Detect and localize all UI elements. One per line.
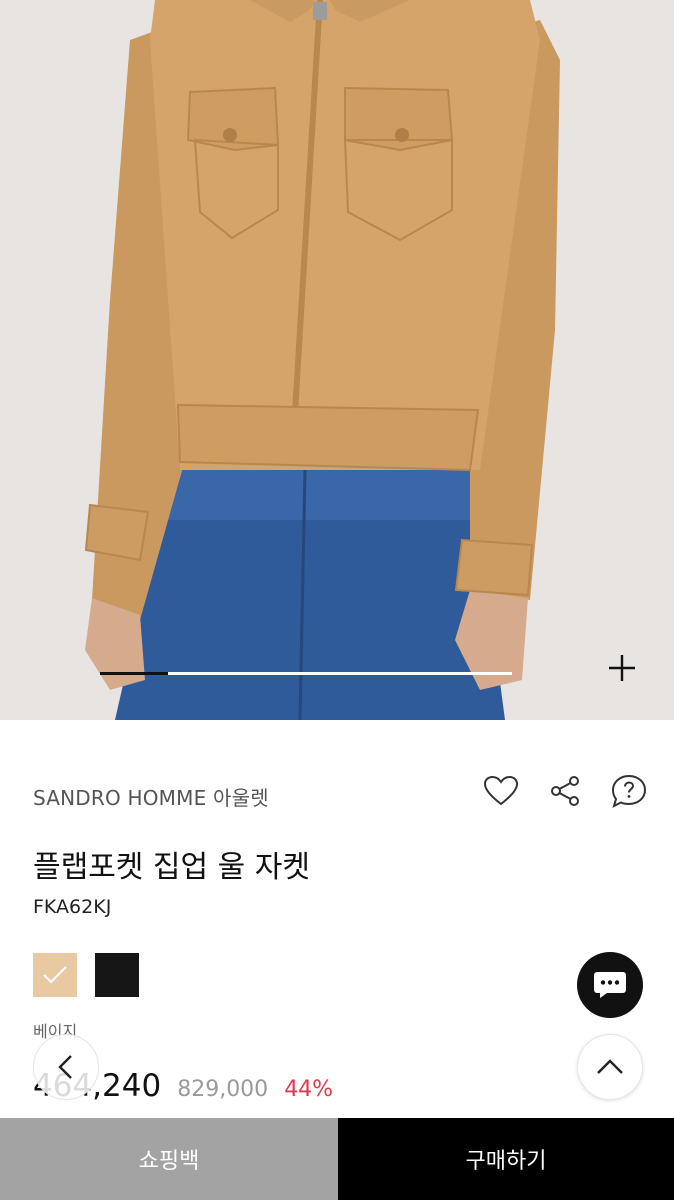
back-button[interactable]	[33, 1034, 99, 1100]
share-button[interactable]	[546, 772, 584, 810]
product-detail-page: SANDRO HOMME 아울렛 플랩포켓 집업 울 자켓 FKA62KJ 베이…	[0, 0, 674, 1200]
zoom-button[interactable]	[606, 652, 654, 700]
original-price: 829,000	[177, 1077, 269, 1102]
chevron-up-icon	[597, 1059, 623, 1074]
product-title: 플랩포켓 집업 울 자켓	[33, 850, 311, 885]
brand-name[interactable]: SANDRO HOMME 아울렛	[33, 782, 269, 811]
buy-button[interactable]: 구매하기	[338, 1118, 674, 1200]
gallery-progress-track	[100, 672, 512, 675]
check-icon	[43, 966, 67, 984]
product-code: FKA62KJ	[33, 896, 112, 918]
chat-icon	[594, 972, 626, 998]
share-icon	[551, 776, 579, 806]
product-photo	[0, 0, 674, 720]
scroll-top-button[interactable]	[577, 1034, 643, 1100]
discount-rate: 44%	[284, 1077, 334, 1102]
wishlist-button[interactable]	[482, 772, 520, 810]
chevron-left-icon	[58, 1055, 72, 1079]
heart-icon	[484, 776, 518, 806]
gallery-progress-fill	[100, 672, 168, 675]
inquiry-button[interactable]	[610, 772, 648, 810]
question-bubble-icon	[611, 774, 647, 808]
product-image-gallery[interactable]	[0, 0, 674, 720]
bottom-action-bar: 쇼핑백 구매하기	[0, 1118, 674, 1200]
plus-icon	[609, 655, 635, 681]
shopping-bag-button[interactable]: 쇼핑백	[0, 1118, 338, 1200]
product-actions	[482, 772, 648, 810]
chat-button[interactable]	[577, 952, 643, 1018]
color-swatch-black[interactable]	[95, 953, 139, 997]
color-swatch-beige[interactable]	[33, 953, 77, 997]
